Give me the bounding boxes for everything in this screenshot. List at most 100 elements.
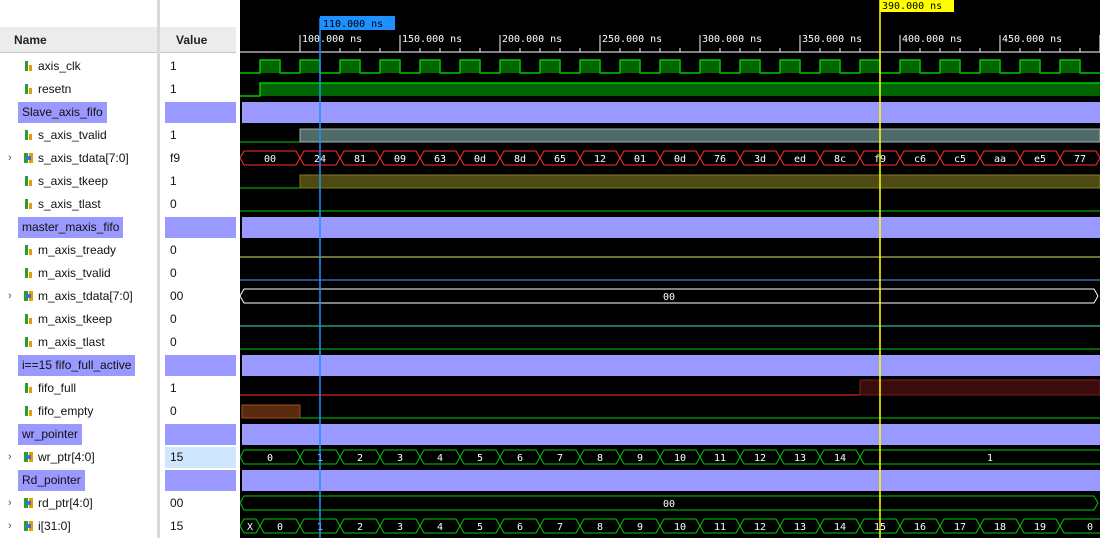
signal-value: 0 (170, 243, 177, 257)
signal-value: 1 (170, 174, 177, 188)
signal-row-name[interactable]: master_maxis_fifo (0, 216, 157, 239)
signal-row-name[interactable]: s_axis_tlast (0, 193, 157, 216)
signal-row-name[interactable]: Slave_axis_fifo (0, 101, 157, 124)
signal-row-name[interactable]: m_axis_tkeep (0, 308, 157, 331)
signal-row-name[interactable]: › i[31:0] (0, 515, 157, 538)
bus-value-label: 00 (663, 499, 675, 510)
group-label[interactable]: Rd_pointer (18, 470, 85, 491)
signal-name: wr_ptr[4:0] (38, 450, 95, 464)
waveform-canvas[interactable]: 100.000 ns 150.000 ns 200.000 ns 250.000 ns… (240, 0, 1100, 538)
signal-value: 1 (170, 381, 177, 395)
signal-row-value: 0 (160, 400, 236, 423)
group-band (242, 424, 1100, 445)
bus-value-label: 11 (714, 522, 726, 533)
signal-row-name[interactable]: resetn (0, 78, 157, 101)
signal-row-name[interactable]: › wr_ptr[4:0] (0, 446, 157, 469)
bus-signal-icon (24, 521, 33, 531)
bus-value-label: 0 (277, 522, 283, 533)
bus-value-label: 11 (714, 453, 726, 464)
signal-row-name[interactable]: axis_clk (0, 55, 157, 78)
value-column-header[interactable]: Value (160, 27, 236, 53)
clock-high-fill (940, 60, 960, 73)
bit-signal-icon (25, 84, 32, 94)
time-tick-label: 450.000 ns (1002, 34, 1062, 45)
bus-value-label: 18 (994, 522, 1006, 533)
bus-value-label: 01 (634, 154, 646, 165)
bus-signal-icon (24, 498, 33, 508)
signal-name: s_axis_tkeep (38, 174, 109, 188)
signal-row-name[interactable]: › rd_ptr[4:0] (0, 492, 157, 515)
signal-row-value: 1 (160, 170, 236, 193)
bus-signal-icon (24, 291, 33, 301)
signal-row-name[interactable]: s_axis_tvalid (0, 124, 157, 147)
signal-name: m_axis_tvalid (38, 266, 111, 280)
bus-value-label: 8 (597, 453, 603, 464)
signal-row-value: 0 (160, 239, 236, 262)
group-label[interactable]: wr_pointer (18, 424, 83, 445)
signal-row-name[interactable]: m_axis_tlast (0, 331, 157, 354)
signal-row-name[interactable]: wr_pointer (0, 423, 157, 446)
name-column-header[interactable]: Name (0, 27, 157, 53)
tvalid-high (299, 128, 1100, 143)
expand-chevron-icon[interactable]: › (8, 515, 12, 538)
expand-chevron-icon[interactable]: › (8, 285, 12, 308)
group-label[interactable]: master_maxis_fifo (18, 217, 124, 238)
bus-value-label: 13 (794, 453, 806, 464)
time-tick-label: 300.000 ns (702, 34, 762, 45)
time-tick-label: 100.000 ns (302, 34, 362, 45)
signal-value-panel: Value 1 1 1 f9 1 0 0 0 00 0 0 1 0 15 00 15 (157, 0, 236, 538)
bus-value-label: 5 (477, 453, 483, 464)
clock-high-fill (620, 60, 640, 73)
bus-signal-icon (24, 153, 33, 163)
bus-value-label: 81 (354, 154, 366, 165)
signal-value: 15 (170, 450, 184, 464)
signal-row-name[interactable]: Rd_pointer (0, 469, 157, 492)
expand-chevron-icon[interactable]: › (8, 446, 12, 469)
bus-value-label: 12 (754, 522, 766, 533)
bus-value-label: 00 (663, 292, 675, 303)
signal-value: 1 (170, 128, 177, 142)
signal-row-name[interactable]: fifo_full (0, 377, 157, 400)
time-tick-label: 200.000 ns (502, 34, 562, 45)
signal-row-name[interactable]: i==15 fifo_full_active (0, 354, 157, 377)
signal-name: rd_ptr[4:0] (38, 496, 93, 510)
group-label[interactable]: Slave_axis_fifo (18, 102, 107, 123)
clock-high-fill (460, 60, 480, 73)
signal-row-name[interactable]: s_axis_tkeep (0, 170, 157, 193)
clock-high-fill (340, 60, 360, 73)
signal-row-name[interactable]: › m_axis_tdata[7:0] (0, 285, 157, 308)
signal-row-value: 15 (160, 515, 236, 538)
expand-chevron-icon[interactable]: › (8, 147, 12, 170)
signal-row-name[interactable]: m_axis_tvalid (0, 262, 157, 285)
group-label[interactable]: i==15 fifo_full_active (18, 355, 136, 376)
group-band (242, 470, 1100, 491)
signal-row-name[interactable]: › s_axis_tdata[7:0] (0, 147, 157, 170)
clock-high-fill (420, 60, 440, 73)
signal-name: s_axis_tlast (38, 197, 101, 211)
bus-signal-icon (24, 452, 33, 462)
signal-name: axis_clk (38, 59, 81, 73)
bus-value-label: 8 (597, 522, 603, 533)
bus-value-label: 16 (914, 522, 926, 533)
group-value-band (165, 424, 236, 445)
bus-value-label: c6 (914, 154, 926, 165)
bus-value-label: ed (794, 154, 806, 165)
signal-value: 00 (170, 289, 184, 303)
signal-row-name[interactable]: fifo_empty (0, 400, 157, 423)
signal-name: fifo_full (38, 381, 77, 395)
bus-value-label: 4 (437, 453, 443, 464)
clock-high-fill (980, 60, 1000, 73)
bus-value-label: 00 (264, 154, 276, 165)
bus-value-label: 7 (557, 522, 563, 533)
expand-chevron-icon[interactable]: › (8, 492, 12, 515)
bus-value-label: 2 (357, 522, 363, 533)
signal-row-name[interactable]: m_axis_tready (0, 239, 157, 262)
clock-high-fill (740, 60, 760, 73)
bit-signal-icon (25, 314, 32, 324)
bus-value-label: 09 (394, 154, 406, 165)
signal-name: m_axis_tdata[7:0] (38, 289, 133, 303)
bit-signal-icon (25, 245, 32, 255)
group-band (242, 217, 1100, 238)
clock-high-fill (260, 60, 280, 73)
signal-value: 0 (170, 197, 177, 211)
